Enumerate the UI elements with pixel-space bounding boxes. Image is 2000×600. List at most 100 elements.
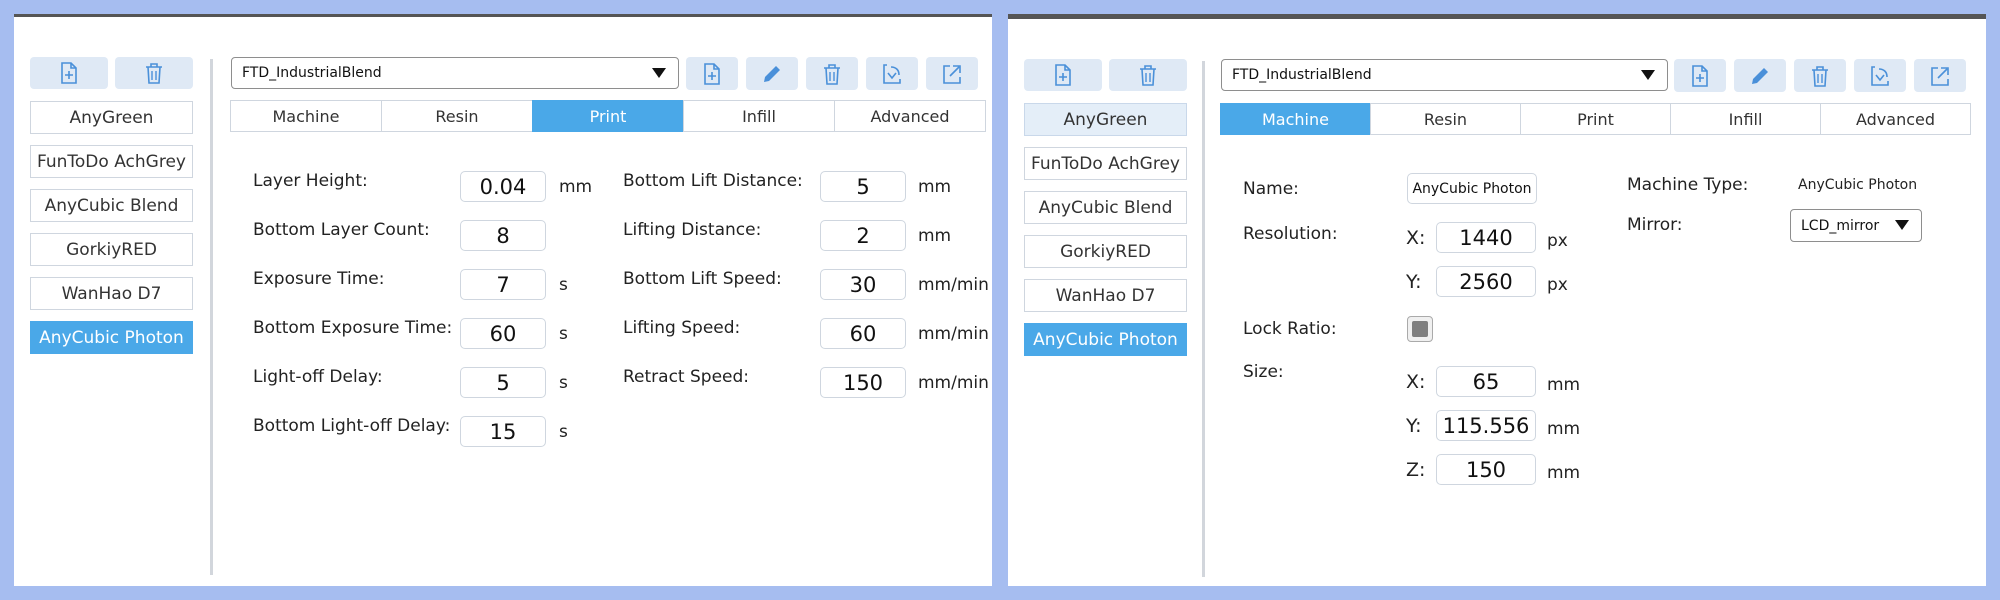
delete-material-button[interactable] — [1794, 59, 1846, 92]
new-material-button[interactable] — [686, 57, 738, 90]
retract-speed-input[interactable]: 150 — [820, 367, 906, 398]
profile-item[interactable]: GorkiyRED — [1024, 235, 1187, 268]
left-window: AnyGreen FunToDo AchGrey AnyCubic Blend … — [14, 14, 992, 586]
tab-infill[interactable]: Infill — [683, 100, 835, 132]
import-material-button[interactable] — [1854, 59, 1906, 92]
import-material-button[interactable] — [866, 57, 918, 90]
profile-item[interactable]: GorkiyRED — [30, 233, 193, 266]
tab-machine[interactable]: Machine — [230, 100, 382, 132]
add-file-icon — [1055, 64, 1071, 86]
tab-infill[interactable]: Infill — [1670, 103, 1821, 135]
resolution-x-input[interactable]: 1440 — [1436, 222, 1536, 253]
retract-speed-unit: mm/min — [918, 373, 989, 393]
light-off-delay-unit: s — [559, 373, 568, 393]
machine-name-input[interactable]: AnyCubic Photon — [1407, 173, 1537, 204]
profile-item[interactable]: AnyGreen — [30, 101, 193, 134]
export-icon — [1931, 66, 1949, 86]
light-off-delay-label: Light-off Delay: — [253, 367, 383, 387]
size-z-unit: mm — [1547, 463, 1581, 483]
tab-print[interactable]: Print — [532, 100, 684, 132]
lifting-speed-unit: mm/min — [918, 324, 989, 344]
resolution-y-input[interactable]: 2560 — [1436, 266, 1536, 297]
profile-item[interactable]: WanHao D7 — [30, 277, 193, 310]
material-select[interactable]: FTD_IndustrialBlend — [231, 57, 679, 89]
trash-icon — [1140, 65, 1156, 86]
bottom-layer-count-input[interactable]: 8 — [460, 220, 546, 251]
right-window: AnyGreen FunToDo AchGrey AnyCubic Blend … — [1008, 14, 1986, 586]
bottom-light-off-delay-unit: s — [559, 422, 568, 442]
settings-tabs: Machine Resin Print Infill Advanced — [230, 100, 986, 132]
edit-material-button[interactable] — [746, 57, 798, 90]
machine-type-value: AnyCubic Photon — [1798, 177, 1918, 193]
profile-item[interactable]: FunToDo AchGrey — [1024, 147, 1187, 180]
tab-advanced[interactable]: Advanced — [1820, 103, 1971, 135]
lock-ratio-checkbox[interactable] — [1407, 316, 1433, 342]
add-file-icon — [1692, 64, 1708, 87]
bottom-lift-speed-input[interactable]: 30 — [820, 269, 906, 300]
bottom-lift-distance-label: Bottom Lift Distance: — [623, 171, 803, 191]
lifting-distance-label: Lifting Distance: — [623, 220, 762, 240]
size-y-unit: mm — [1547, 419, 1581, 439]
bottom-light-off-delay-input[interactable]: 15 — [460, 416, 546, 447]
tab-advanced[interactable]: Advanced — [834, 100, 986, 132]
dropdown-arrow-icon — [1895, 220, 1909, 230]
new-material-button[interactable] — [1674, 59, 1726, 92]
profile-item[interactable]: WanHao D7 — [1024, 279, 1187, 312]
mirror-select[interactable]: LCD_mirror — [1790, 209, 1922, 242]
edit-material-button[interactable] — [1734, 59, 1786, 92]
delete-profile-button[interactable] — [115, 57, 193, 89]
export-material-button[interactable] — [1914, 59, 1966, 92]
name-label: Name: — [1243, 179, 1299, 199]
size-y-axis-label: Y: — [1406, 415, 1422, 437]
add-profile-button[interactable] — [1024, 59, 1102, 91]
material-select-value: FTD_IndustrialBlend — [242, 65, 382, 81]
sidebar-divider — [1202, 61, 1205, 577]
sidebar-divider — [210, 59, 213, 575]
checkbox-fill — [1412, 321, 1428, 337]
delete-profile-button[interactable] — [1109, 59, 1187, 91]
size-z-input[interactable]: 150 — [1436, 454, 1536, 485]
retract-speed-label: Retract Speed: — [623, 367, 750, 387]
tab-resin[interactable]: Resin — [1370, 103, 1521, 135]
bottom-light-off-delay-label: Bottom Light-off Delay: — [253, 416, 451, 436]
resolution-y-axis-label: Y: — [1406, 271, 1422, 293]
tab-resin[interactable]: Resin — [381, 100, 533, 132]
profile-item[interactable]: AnyCubic Blend — [1024, 191, 1187, 224]
profile-item-selected[interactable]: AnyCubic Photon — [30, 321, 193, 354]
trash-icon — [824, 63, 840, 85]
profile-item[interactable]: AnyCubic Blend — [30, 189, 193, 222]
size-x-unit: mm — [1547, 375, 1581, 395]
exposure-time-input[interactable]: 7 — [460, 269, 546, 300]
bottom-lift-distance-input[interactable]: 5 — [820, 171, 906, 202]
resolution-label: Resolution: — [1243, 224, 1338, 244]
size-x-input[interactable]: 65 — [1436, 366, 1536, 397]
bottom-exposure-time-input[interactable]: 60 — [460, 318, 546, 349]
tab-machine[interactable]: Machine — [1220, 103, 1371, 135]
settings-tabs: Machine Resin Print Infill Advanced — [1220, 103, 1971, 135]
exposure-time-label: Exposure Time: — [253, 269, 385, 289]
pencil-icon — [764, 65, 780, 82]
profile-item[interactable]: AnyGreen — [1024, 103, 1187, 136]
mirror-label: Mirror: — [1627, 215, 1683, 235]
size-z-axis-label: Z: — [1406, 459, 1426, 481]
trash-icon — [1812, 65, 1828, 87]
add-profile-button[interactable] — [30, 57, 108, 89]
layer-height-unit: mm — [559, 177, 593, 197]
delete-material-button[interactable] — [806, 57, 858, 90]
material-select[interactable]: FTD_IndustrialBlend — [1221, 59, 1668, 91]
bottom-lift-distance-unit: mm — [918, 177, 952, 197]
machine-type-label: Machine Type: — [1627, 175, 1749, 195]
resolution-x-axis-label: X: — [1406, 227, 1426, 249]
lifting-distance-input[interactable]: 2 — [820, 220, 906, 251]
export-material-button[interactable] — [926, 57, 978, 90]
lifting-speed-input[interactable]: 60 — [820, 318, 906, 349]
tab-print[interactable]: Print — [1520, 103, 1671, 135]
import-icon — [1871, 65, 1889, 86]
profile-item-selected[interactable]: AnyCubic Photon — [1024, 323, 1187, 356]
dropdown-arrow-icon — [1641, 70, 1655, 80]
profile-item[interactable]: FunToDo AchGrey — [30, 145, 193, 178]
light-off-delay-input[interactable]: 5 — [460, 367, 546, 398]
layer-height-input[interactable]: 0.04 — [460, 171, 546, 202]
size-y-input[interactable]: 115.556 — [1436, 410, 1536, 441]
lifting-speed-label: Lifting Speed: — [623, 318, 741, 338]
